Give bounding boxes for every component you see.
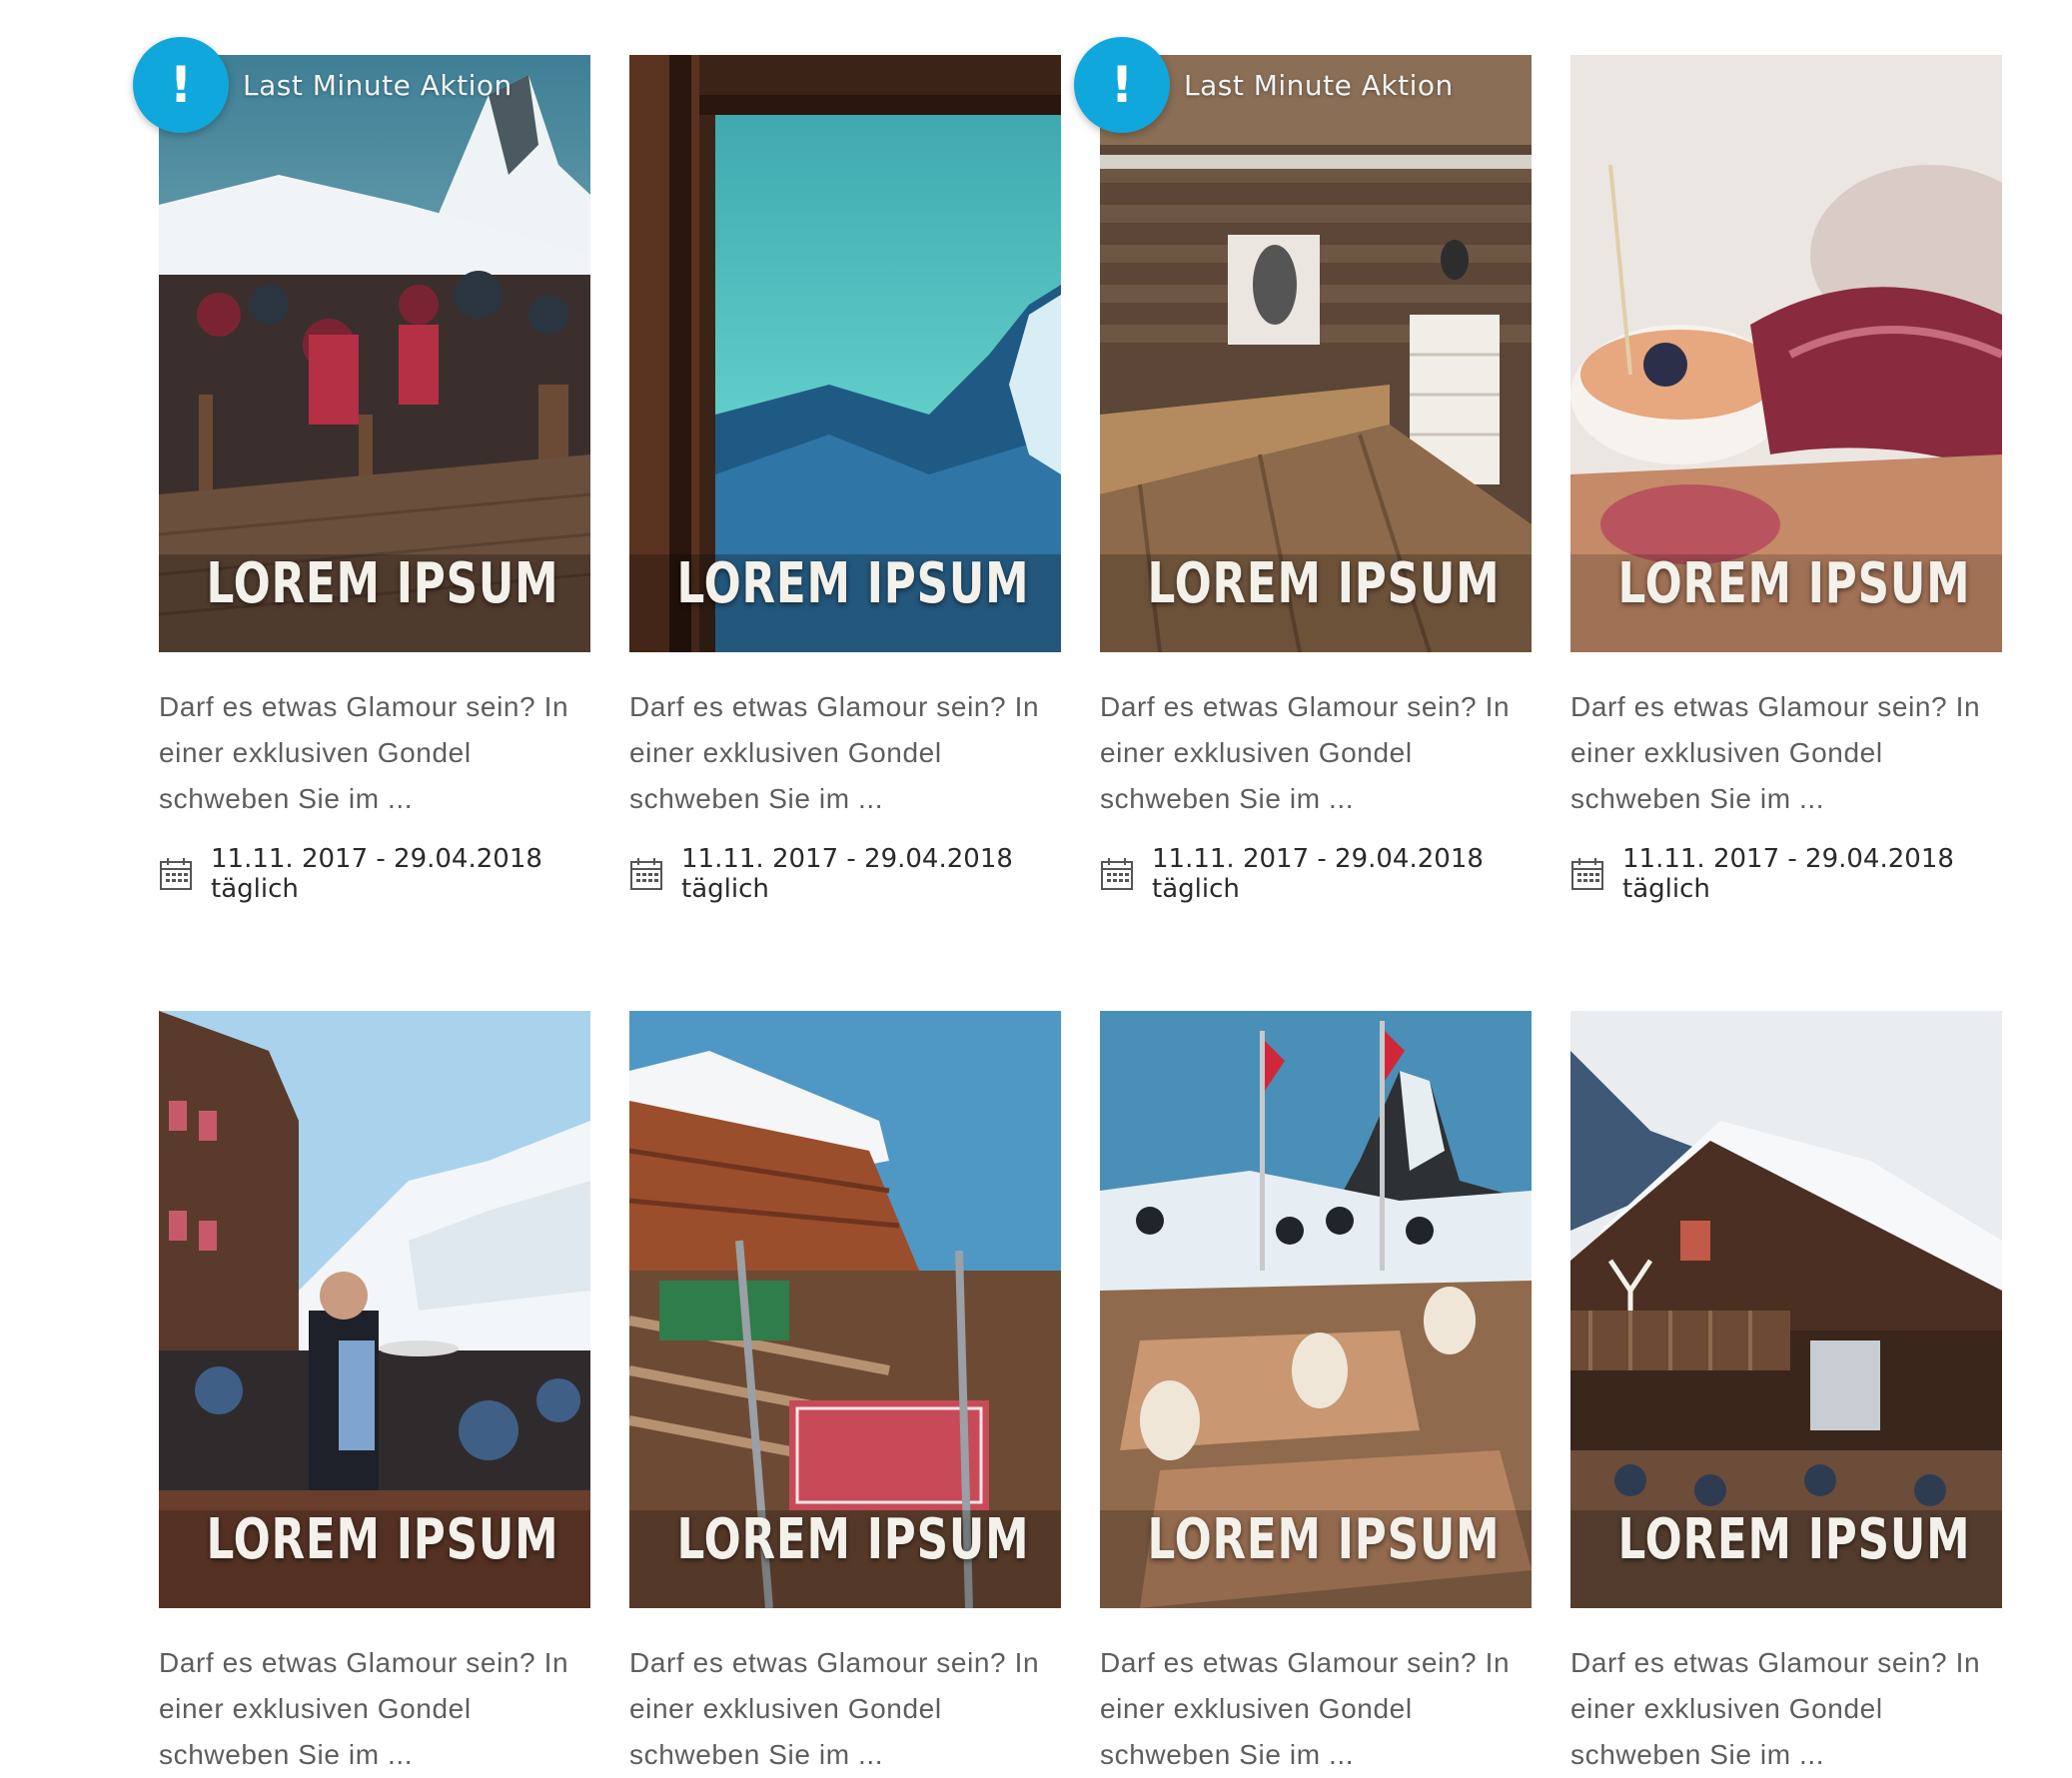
offer-card: LOREM IPSUM Last Minute Aktion ! Darf es… — [1074, 37, 1532, 904]
offer-card: LOREM IPSUM Darf es etwas Glamour sein? … — [1570, 55, 2002, 904]
offer-photo[interactable]: LOREM IPSUM — [159, 1011, 590, 1608]
offer-card-link[interactable]: LOREM IPSUM Last Minute Aktion ! Darf es… — [133, 37, 590, 904]
offer-title: LOREM IPSUM — [1617, 551, 1971, 616]
offer-card-link[interactable]: LOREM IPSUM Last Minute Aktion ! Darf es… — [1074, 37, 1532, 904]
offer-card-link[interactable]: LOREM IPSUM Darf es etwas Glamour sein? … — [629, 1011, 1061, 1778]
offer-date: 11.11. 2017 - 29.04.2018 täglich — [1622, 844, 1954, 904]
offer-teaser: Darf es etwas Glamour sein? In einer exk… — [629, 1647, 1040, 1770]
offer-card: LOREM IPSUM Darf es etwas Glamour sein? … — [1570, 1011, 2002, 1778]
calendar-icon — [629, 857, 663, 891]
offer-title: LOREM IPSUM — [1147, 551, 1501, 616]
offer-photo[interactable]: LOREM IPSUM — [1570, 1011, 2002, 1608]
offer-card-link[interactable]: LOREM IPSUM Darf es etwas Glamour sein? … — [1570, 55, 2002, 904]
offer-date: 11.11. 2017 - 29.04.2018 täglich — [211, 844, 542, 904]
offer-teaser: Darf es etwas Glamour sein? In einer exk… — [629, 691, 1040, 814]
offer-date: 11.11. 2017 - 29.04.2018 täglich — [1152, 844, 1484, 904]
offer-photo[interactable]: LOREM IPSUM — [629, 1011, 1061, 1608]
offer-card: LOREM IPSUM Darf es etwas Glamour sein? … — [1100, 1011, 1532, 1778]
offer-teaser: Darf es etwas Glamour sein? In einer exk… — [1100, 1647, 1511, 1770]
exclamation-icon: ! — [133, 37, 229, 133]
offer-title: LOREM IPSUM — [676, 1507, 1030, 1572]
offer-teaser: Darf es etwas Glamour sein? In einer exk… — [1570, 691, 1981, 814]
offer-card-link[interactable]: LOREM IPSUM Darf es etwas Glamour sein? … — [1570, 1011, 2002, 1778]
offer-date-row: 11.11. 2017 - 29.04.2018 täglich — [1570, 844, 2002, 904]
calendar-icon — [1100, 857, 1134, 891]
offer-title: LOREM IPSUM — [1617, 1507, 1971, 1572]
offer-teaser: Darf es etwas Glamour sein? In einer exk… — [1100, 691, 1511, 814]
last-minute-label: Last Minute Aktion — [243, 69, 513, 102]
calendar-icon — [1570, 857, 1604, 891]
offer-title: LOREM IPSUM — [1147, 1507, 1501, 1572]
offer-title: LOREM IPSUM — [676, 551, 1030, 616]
offer-card: LOREM IPSUM Darf es etwas Glamour sein? … — [629, 1011, 1061, 1778]
offer-date-row: 11.11. 2017 - 29.04.2018 täglich — [159, 844, 590, 904]
offer-photo[interactable]: LOREM IPSUM — [1570, 55, 2002, 652]
offer-date: 11.11. 2017 - 29.04.2018 täglich — [681, 844, 1013, 904]
offer-card-link[interactable]: LOREM IPSUM Darf es etwas Glamour sein? … — [159, 1011, 590, 1778]
offer-card: LOREM IPSUM Darf es etwas Glamour sein? … — [159, 1011, 590, 1778]
offer-title: LOREM IPSUM — [206, 551, 559, 616]
offer-photo[interactable]: LOREM IPSUM — [629, 55, 1061, 652]
offer-card-link[interactable]: LOREM IPSUM Darf es etwas Glamour sein? … — [629, 55, 1061, 904]
offer-card-link[interactable]: LOREM IPSUM Darf es etwas Glamour sein? … — [1100, 1011, 1532, 1778]
offer-date-row: 11.11. 2017 - 29.04.2018 täglich — [1100, 844, 1532, 904]
offer-photo[interactable]: LOREM IPSUM Last Minute Aktion — [159, 55, 590, 652]
offer-photo[interactable]: LOREM IPSUM Last Minute Aktion — [1100, 55, 1532, 652]
offer-photo[interactable]: LOREM IPSUM — [1100, 1011, 1532, 1608]
calendar-icon — [159, 857, 193, 891]
offer-teaser: Darf es etwas Glamour sein? In einer exk… — [1570, 1647, 1981, 1770]
offer-teaser: Darf es etwas Glamour sein? In einer exk… — [159, 1647, 569, 1770]
exclamation-icon: ! — [1074, 37, 1170, 133]
offer-title: LOREM IPSUM — [206, 1507, 559, 1572]
last-minute-label: Last Minute Aktion — [1184, 69, 1454, 102]
offers-grid: LOREM IPSUM Last Minute Aktion ! Darf es… — [0, 0, 2072, 1770]
offer-teaser: Darf es etwas Glamour sein? In einer exk… — [159, 691, 569, 814]
offer-card: LOREM IPSUM Darf es etwas Glamour sein? … — [629, 55, 1061, 904]
offer-card: LOREM IPSUM Last Minute Aktion ! Darf es… — [133, 37, 590, 904]
offer-date-row: 11.11. 2017 - 29.04.2018 täglich — [629, 844, 1061, 904]
